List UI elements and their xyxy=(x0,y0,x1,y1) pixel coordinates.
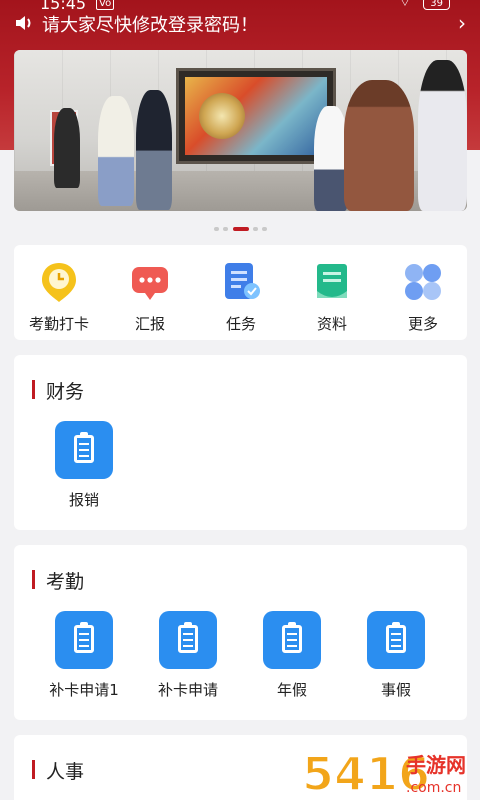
notice-bar[interactable]: 请大家尽快修改登录密码！ › xyxy=(0,10,480,36)
app-label: 年假 xyxy=(276,681,307,699)
battery-icon: 39 xyxy=(423,0,450,10)
banner-person xyxy=(314,106,348,211)
chat-icon xyxy=(129,261,171,303)
task-icon xyxy=(220,261,262,303)
attendance-section: 考勤 补卡申请1 补卡申请 年假 事假 xyxy=(14,545,467,720)
banner-screen xyxy=(176,68,336,164)
section-title: 考勤 xyxy=(32,567,84,594)
quick-item-report[interactable]: 汇报 xyxy=(110,261,190,334)
app-personal-leave[interactable]: 事假 xyxy=(351,611,441,700)
app-label: 补卡申请 xyxy=(157,681,218,699)
chevron-right-icon[interactable]: › xyxy=(458,11,466,35)
clipboard-icon xyxy=(55,611,113,669)
pager-dot-active[interactable] xyxy=(233,227,249,231)
app-label: 补卡申请1 xyxy=(49,681,119,699)
app-card-reissue-1[interactable]: 补卡申请1 xyxy=(39,611,129,700)
wifi-icon: ⌔ xyxy=(398,0,412,10)
quick-item-label: 任务 xyxy=(225,315,256,333)
watermark-logo: 5416 手游网 .com.cn xyxy=(301,746,466,800)
document-icon xyxy=(311,261,353,303)
pager-dot[interactable] xyxy=(223,227,228,231)
banner-person xyxy=(418,60,467,211)
quick-item-documents[interactable]: 资料 xyxy=(292,261,372,334)
svg-text:手游网: 手游网 xyxy=(406,753,466,777)
banner-person xyxy=(344,80,414,211)
quick-item-task[interactable]: 任务 xyxy=(201,261,281,334)
section-title: 财务 xyxy=(32,377,84,404)
quick-item-attendance[interactable]: 考勤打卡 xyxy=(19,261,99,334)
quick-item-label: 资料 xyxy=(316,315,347,333)
banner-person xyxy=(136,90,172,210)
clipboard-icon xyxy=(263,611,321,669)
finance-section: 财务 报销 xyxy=(14,355,467,530)
speaker-icon xyxy=(16,16,31,30)
clipboard-icon xyxy=(55,421,113,479)
banner-person xyxy=(54,108,80,188)
quick-item-label: 更多 xyxy=(407,315,438,333)
pager-dot[interactable] xyxy=(214,227,219,231)
app-label: 报销 xyxy=(68,491,99,509)
grid-icon xyxy=(402,261,444,303)
svg-text:.com.cn: .com.cn xyxy=(406,780,461,796)
section-title: 人事 xyxy=(32,757,84,784)
app-label: 事假 xyxy=(380,681,411,699)
app-card-reissue[interactable]: 补卡申请 xyxy=(143,611,233,700)
network-badge: Vo xyxy=(96,0,115,10)
clipboard-icon xyxy=(159,611,217,669)
carousel-pager[interactable] xyxy=(0,225,480,233)
app-reimbursement[interactable]: 报销 xyxy=(39,421,129,510)
pager-dot[interactable] xyxy=(253,227,258,231)
notice-text: 请大家尽快修改登录密码！ xyxy=(42,15,258,36)
banner-carousel[interactable] xyxy=(14,50,467,211)
clock-icon xyxy=(38,261,80,303)
quick-item-label: 汇报 xyxy=(134,315,165,333)
banner-disc xyxy=(199,93,245,139)
quick-item-label: 考勤打卡 xyxy=(28,315,89,333)
banner-person xyxy=(98,96,134,206)
app-annual-leave[interactable]: 年假 xyxy=(247,611,337,700)
quick-menu-card: 考勤打卡 汇报 任务 资料 更多 xyxy=(14,245,467,340)
quick-item-more[interactable]: 更多 xyxy=(383,261,463,334)
pager-dot[interactable] xyxy=(262,227,267,231)
status-right: ⌔ 39 xyxy=(399,0,450,10)
clipboard-icon xyxy=(367,611,425,669)
